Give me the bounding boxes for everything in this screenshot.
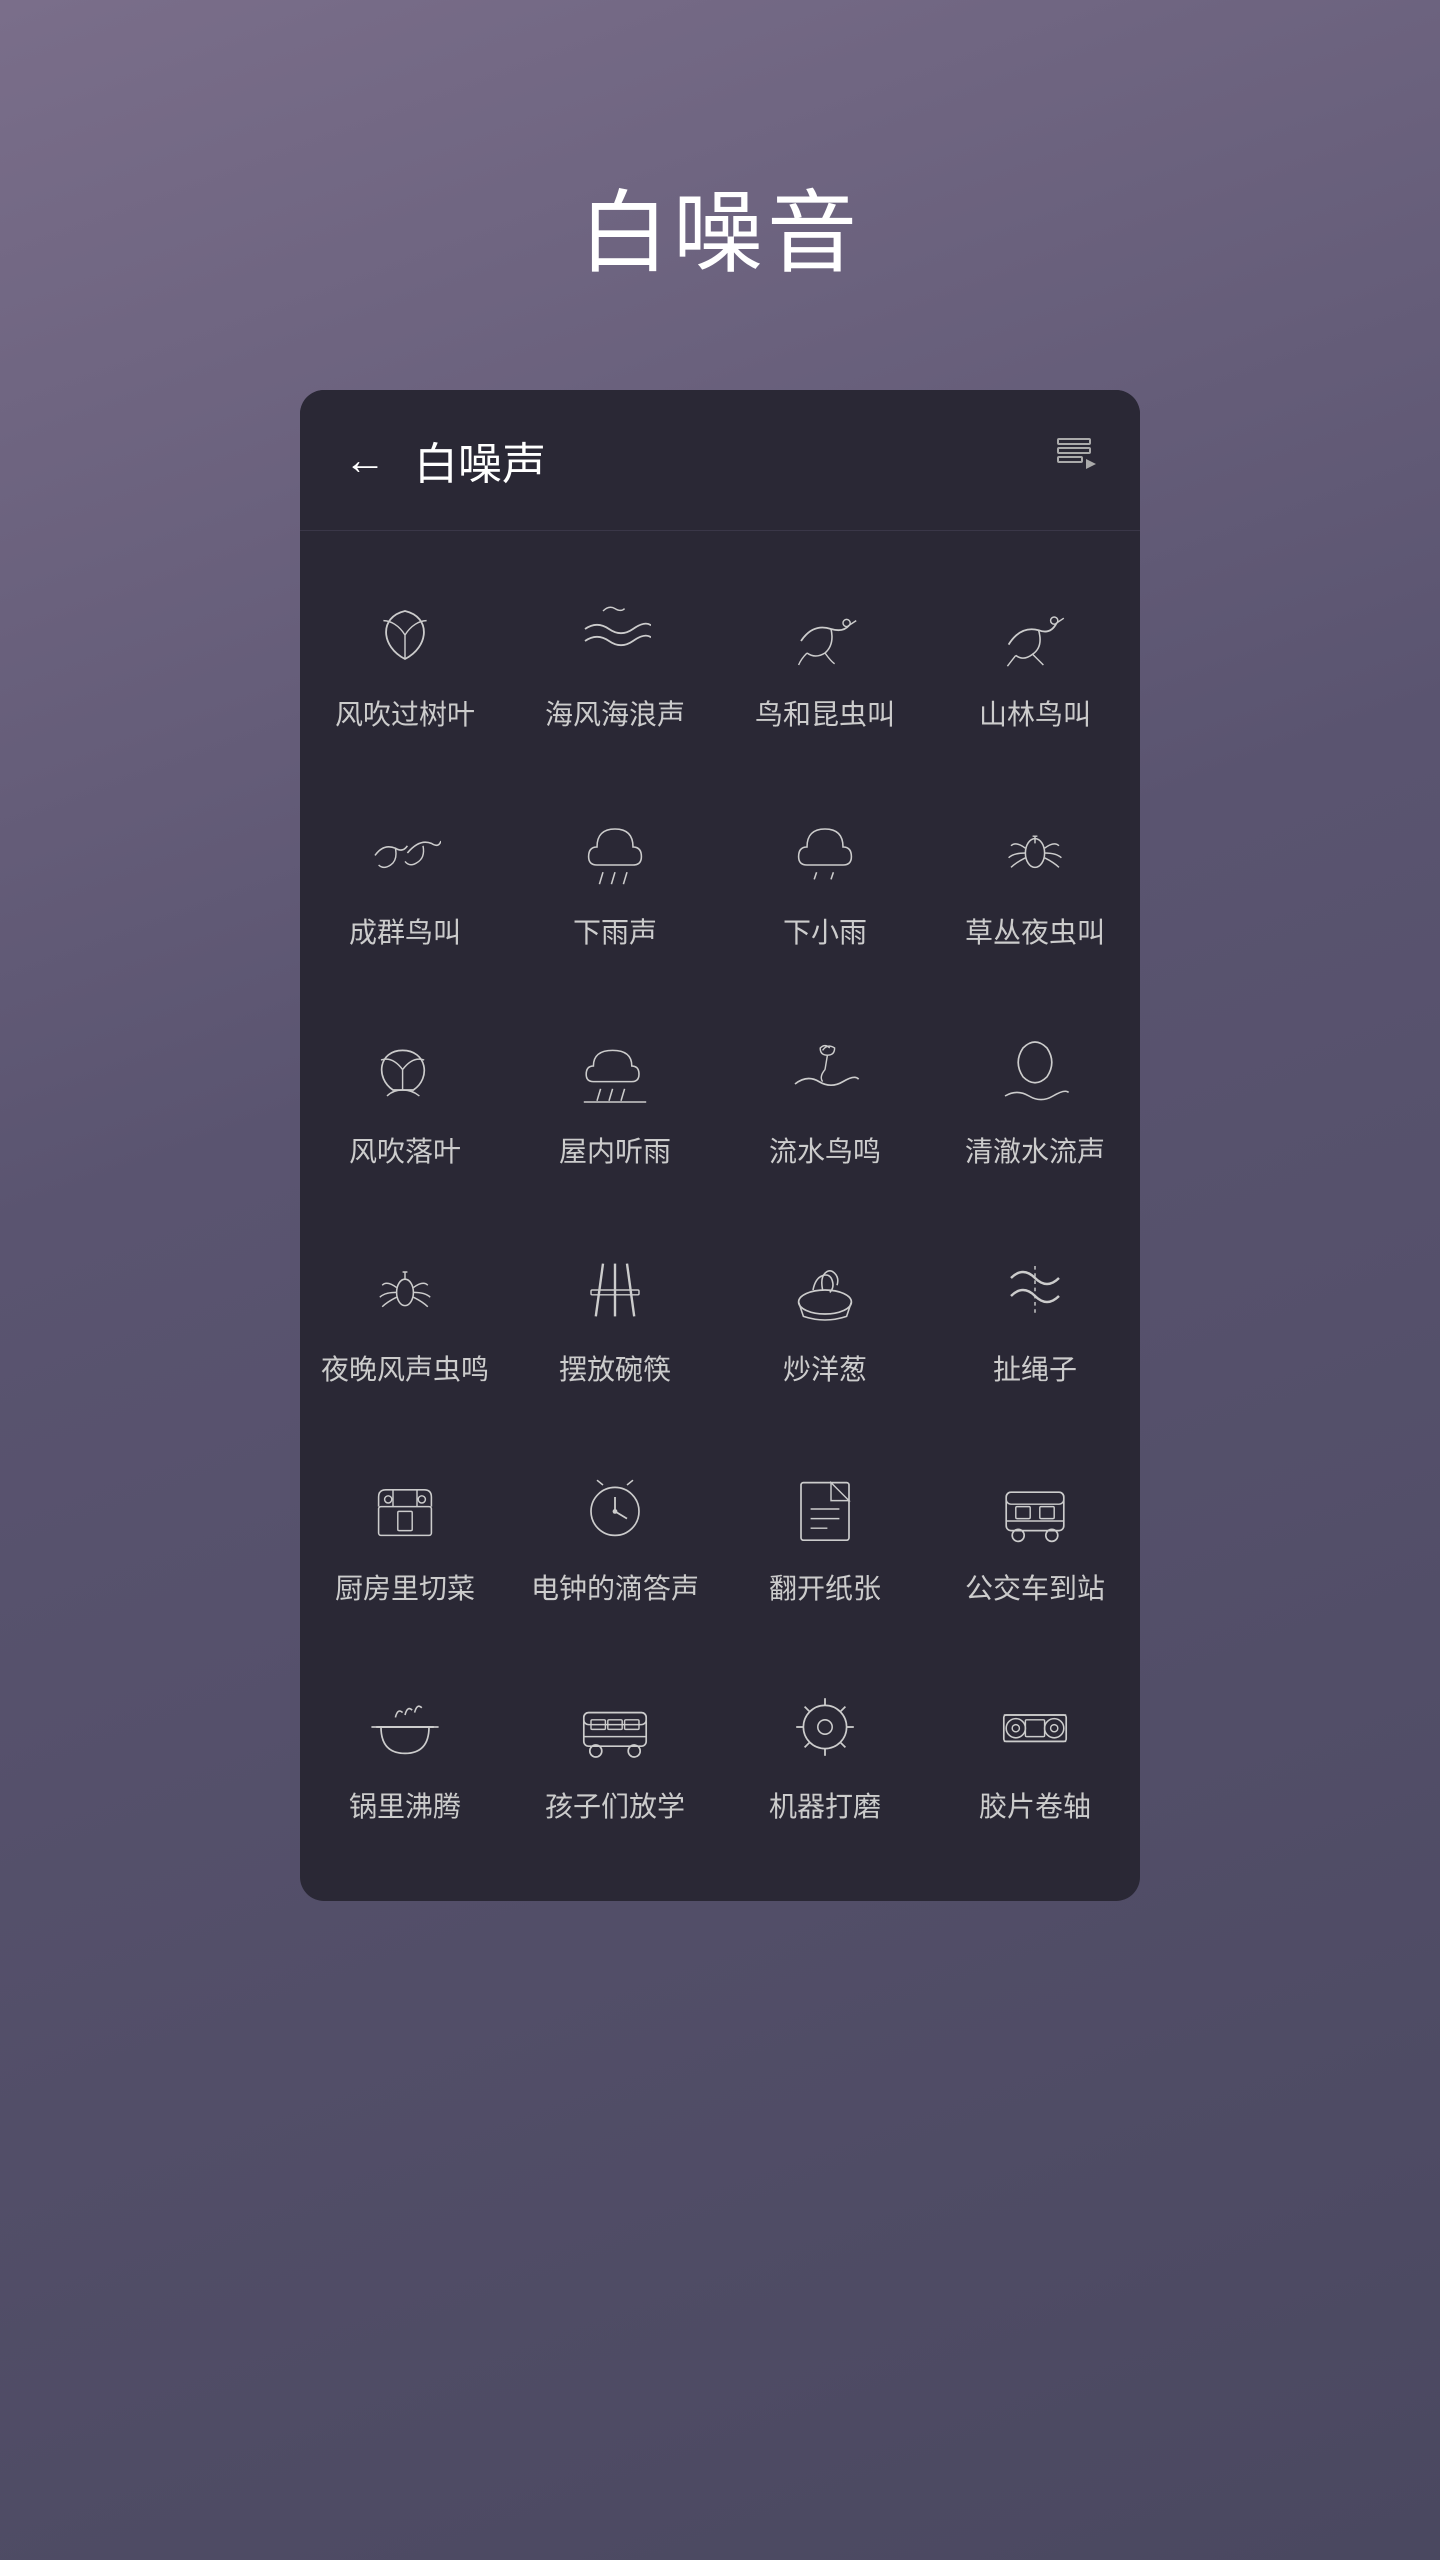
kitchen-icon [365,1469,445,1549]
sound-item-school-out[interactable]: 孩子们放学 [510,1643,720,1861]
sound-item-machine-grind[interactable]: 机器打磨 [720,1643,930,1861]
bird3-icon [365,813,445,893]
sound-item-label: 风吹落叶 [349,1134,461,1170]
bird2-icon [995,595,1075,675]
sound-item-label: 山林鸟叫 [979,697,1091,733]
card-title: 白噪声 [414,428,546,492]
sound-item-kitchen-cutting[interactable]: 厨房里切菜 [300,1425,510,1643]
sound-item-label: 扯绳子 [993,1352,1077,1388]
schoolbus-icon [575,1687,655,1767]
sound-item-label: 锅里沸腾 [349,1789,461,1825]
sound-item-label: 草丛夜虫叫 [965,915,1105,951]
sound-item-night-insects[interactable]: 草丛夜虫叫 [930,769,1140,987]
sound-item-label: 机器打磨 [769,1789,881,1825]
sound-item-label: 电钟的滴答声 [531,1571,699,1607]
sound-item-night-wind-insects[interactable]: 夜晚风声虫鸣 [300,1206,510,1424]
card-header: ← 白噪声 [300,390,1140,531]
sound-item-wind-leaves[interactable]: 风吹过树叶 [300,551,510,769]
app-card: ← 白噪声 风吹过树叶 海风海浪声 鸟和昆虫叫 山林 [300,390,1140,1901]
header-left: ← 白噪声 [344,428,546,492]
sound-item-stream-birds[interactable]: 流水鸟鸣 [720,988,930,1206]
sound-item-boiling-pot[interactable]: 锅里沸腾 [300,1643,510,1861]
sound-item-bus-stop[interactable]: 公交车到站 [930,1425,1140,1643]
sound-item-rain[interactable]: 下雨声 [510,769,720,987]
indoorrain-icon [575,1032,655,1112]
sound-item-label: 风吹过树叶 [335,697,475,733]
playlist-icon[interactable] [1052,433,1096,487]
sound-item-indoor-rain[interactable]: 屋内听雨 [510,988,720,1206]
sound-item-label: 清澈水流声 [965,1134,1105,1170]
page-title: 白噪音 [579,160,861,290]
sound-item-label: 流水鸟鸣 [769,1134,881,1170]
sound-item-label: 下小雨 [783,915,867,951]
sound-item-label: 屋内听雨 [559,1134,671,1170]
stream-icon [785,1032,865,1112]
sound-item-label: 胶片卷轴 [979,1789,1091,1825]
sound-item-birds-insects[interactable]: 鸟和昆虫叫 [720,551,930,769]
paper-icon [785,1469,865,1549]
sound-item-skipping-rope[interactable]: 扯绳子 [930,1206,1140,1424]
insects-icon [995,813,1075,893]
sound-item-label: 海风海浪声 [545,697,685,733]
filmreel-icon [995,1687,1075,1767]
sound-item-label: 摆放碗筷 [559,1352,671,1388]
sound-item-label: 厨房里切菜 [335,1571,475,1607]
lightrain-icon [785,813,865,893]
rope-icon [995,1250,1075,1330]
sound-item-label: 孩子们放学 [545,1789,685,1825]
sound-item-fallen-leaves[interactable]: 风吹落叶 [300,988,510,1206]
sound-item-clear-water[interactable]: 清澈水流声 [930,988,1140,1206]
sound-item-flip-paper[interactable]: 翻开纸张 [720,1425,930,1643]
clearwater-icon [995,1032,1075,1112]
bird-icon [785,595,865,675]
sound-item-label: 炒洋葱 [783,1352,867,1388]
sound-item-label: 鸟和昆虫叫 [755,697,895,733]
fryonions-icon [785,1250,865,1330]
sound-item-clock-tick[interactable]: 电钟的滴答声 [510,1425,720,1643]
fallenleaf-icon [365,1032,445,1112]
sound-item-label: 夜晚风声虫鸣 [321,1352,489,1388]
sound-item-label: 下雨声 [573,915,657,951]
grinder-icon [785,1687,865,1767]
sound-item-label: 成群鸟叫 [349,915,461,951]
rain-icon [575,813,655,893]
back-button[interactable]: ← [344,439,386,481]
sound-item-forest-birds[interactable]: 山林鸟叫 [930,551,1140,769]
bus-icon [995,1469,1075,1549]
sound-grid: 风吹过树叶 海风海浪声 鸟和昆虫叫 山林鸟叫 成群鸟叫 下雨声 下小雨 [300,531,1140,1901]
sound-item-sea-waves[interactable]: 海风海浪声 [510,551,720,769]
sound-item-light-rain[interactable]: 下小雨 [720,769,930,987]
pot-icon [365,1687,445,1767]
sound-item-film-reel[interactable]: 胶片卷轴 [930,1643,1140,1861]
waves-icon [575,595,655,675]
sound-item-fry-onions[interactable]: 炒洋葱 [720,1206,930,1424]
nightinsects-icon [365,1250,445,1330]
sound-item-bowls-chopsticks[interactable]: 摆放碗筷 [510,1206,720,1424]
leaf-icon [365,595,445,675]
sound-item-label: 公交车到站 [965,1571,1105,1607]
sound-item-label: 翻开纸张 [769,1571,881,1607]
chopsticks-icon [575,1250,655,1330]
page-title-area: 白噪音 [579,0,861,390]
sound-item-flock-birds[interactable]: 成群鸟叫 [300,769,510,987]
clock-icon [575,1469,655,1549]
